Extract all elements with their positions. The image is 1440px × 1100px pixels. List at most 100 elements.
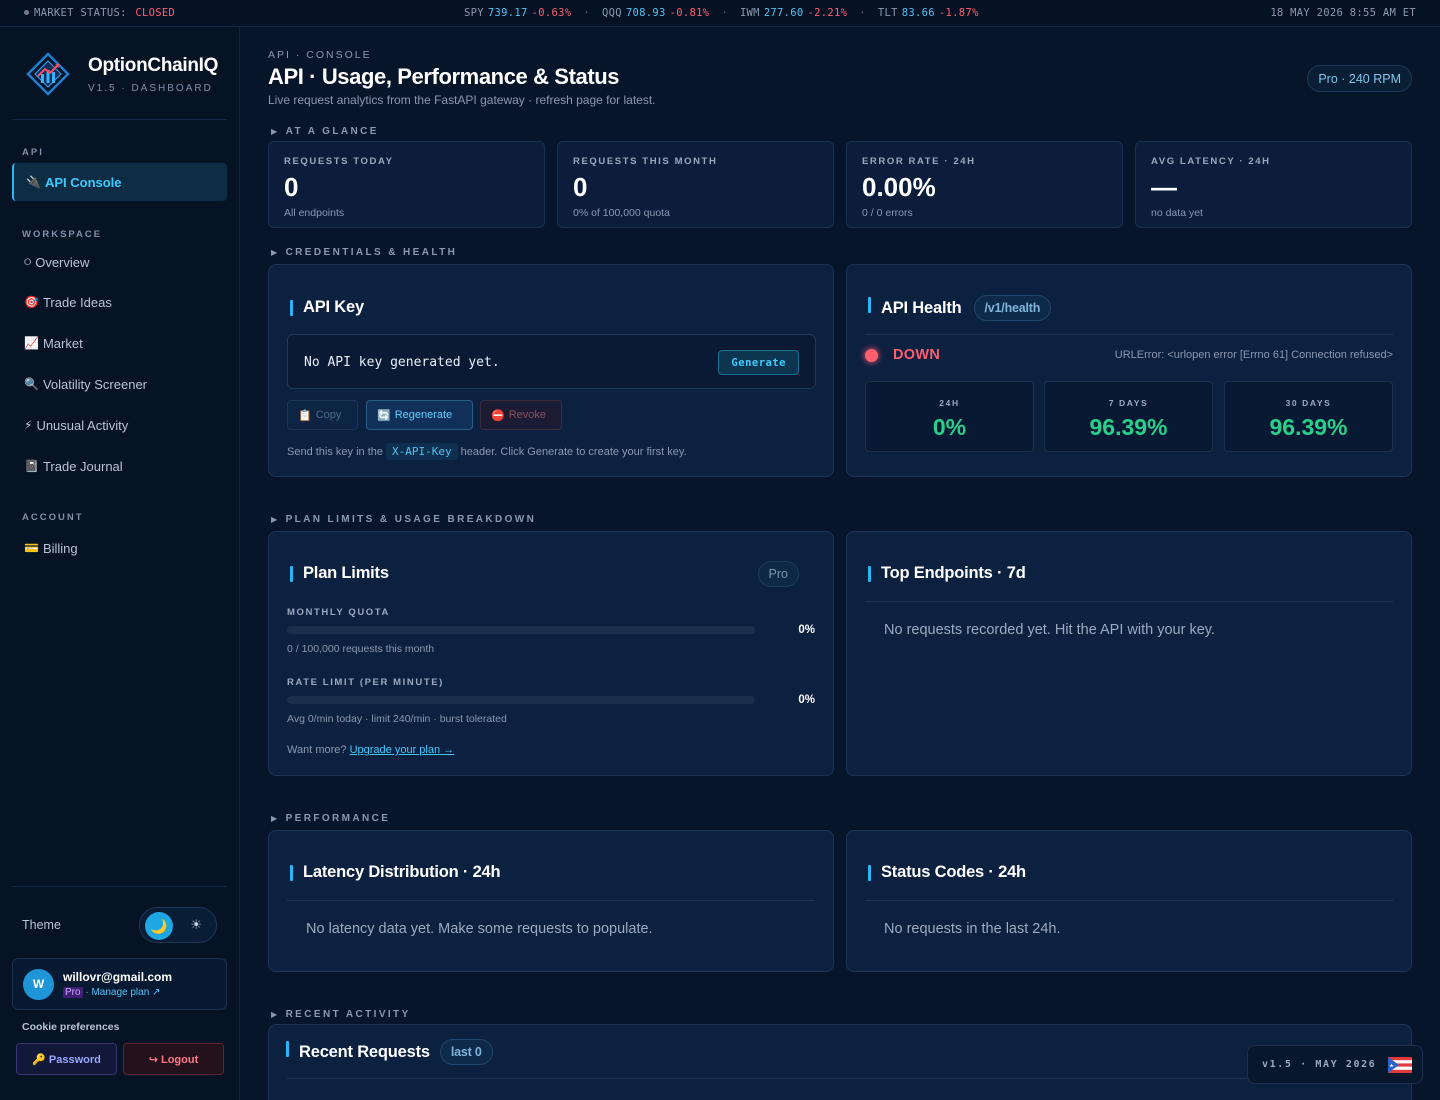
stat-requests-month: REQUESTS THIS MONTH 0 0% of 100,000 quot… (557, 141, 834, 228)
brand-subtitle: V1.5 · DASHBOARD (88, 82, 213, 94)
refresh-icon: 🔄 (377, 409, 391, 422)
quote-spy[interactable]: SPY 739.17 -0.63% (464, 7, 571, 19)
top-endpoints-title: Top Endpoints · 7d (868, 564, 1026, 582)
monthly-quota-label: MONTHLY QUOTA (287, 607, 390, 618)
copy-button[interactable]: 📋 Copy (287, 400, 358, 430)
status-codes-title: Status Codes · 24h (868, 863, 1026, 881)
brand-name: OptionChainIQ (88, 54, 219, 76)
health-status-row: DOWN URLError: <urlopen error [Errno 61]… (865, 345, 1393, 365)
plug-icon: 🔌 (26, 175, 41, 189)
latency-empty: No latency data yet. Make some requests … (306, 921, 653, 937)
quote-tlt[interactable]: TLT 83.66 -1.87% (878, 7, 979, 19)
market-status: MARKET STATUS: CLOSED (24, 7, 175, 19)
api-key-title: API Key (290, 298, 364, 316)
card-divider (865, 900, 1393, 901)
chart-up-icon: 📈 (24, 336, 39, 350)
top-endpoints-empty: No requests recorded yet. Hit the API wi… (884, 622, 1215, 638)
upgrade-plan-link[interactable]: Upgrade your plan → (350, 744, 455, 756)
sidebar-section-api: API (22, 147, 44, 158)
triangle-icon: ▶ (271, 1010, 280, 1019)
page-eyebrow: API · CONSOLE (268, 49, 372, 61)
plan-limits-card: Plan Limits Pro MONTHLY QUOTA 0% 0 / 100… (268, 531, 834, 776)
credit-card-icon: 💳 (24, 541, 39, 555)
status-codes-empty: No requests in the last 24h. (884, 921, 1061, 937)
api-key-note: Send this key in the X-API-Key header. Cli… (287, 443, 687, 460)
uptime-7d: 7 DAYS 96.39% (1044, 381, 1213, 452)
generate-button[interactable]: Generate (718, 350, 799, 375)
theme-toggle[interactable]: 🌙 ☀ (139, 907, 217, 943)
circle-icon: ⭘ (24, 256, 32, 267)
clipboard-icon: 📋 (298, 409, 312, 422)
sidebar-item-billing[interactable]: 💳 Billing (12, 529, 227, 567)
rate-limit-bar (287, 696, 755, 704)
sidebar-item-api-console[interactable]: 🔌 API Console (12, 163, 227, 201)
password-button[interactable]: 🔑 Password (16, 1043, 117, 1075)
sidebar-divider (12, 886, 227, 887)
revoke-button[interactable]: ⛔ Revoke (480, 400, 562, 430)
manage-plan-link[interactable]: · Manage plan ↗ (85, 987, 160, 998)
health-error-message: URLError: <urlopen error [Errno 61] Conn… (1114, 349, 1393, 361)
uptime-24h: 24H 0% (865, 381, 1034, 452)
section-recent-activity: ▶ RECENT ACTIVITY (271, 1009, 411, 1020)
sidebar-item-trade-ideas[interactable]: 🎯 Trade Ideas (12, 283, 227, 321)
recent-requests-card: Recent Requests last 0 (268, 1024, 1412, 1100)
rate-limit-pct: 0% (798, 694, 815, 706)
moon-icon: 🌙 (145, 912, 173, 940)
user-plan: Pro · Manage plan ↗ (63, 987, 172, 998)
user-card[interactable]: W willovr@gmail.com Pro · Manage plan ↗ (12, 958, 227, 1010)
stat-avg-latency: AVG LATENCY · 24H — no data yet (1135, 141, 1412, 228)
sidebar-divider (12, 119, 227, 120)
monthly-quota-sub: 0 / 100,000 requests this month (287, 643, 435, 655)
market-status-value: CLOSED (135, 7, 176, 19)
stat-requests-today: REQUESTS TODAY 0 All endpoints (268, 141, 545, 228)
theme-row: Theme 🌙 ☀ (22, 906, 217, 944)
stat-error-rate: ERROR RATE · 24H 0.00% 0 / 0 errors (846, 141, 1123, 228)
plan-limits-title: Plan Limits (290, 564, 389, 582)
quote-iwm[interactable]: IWM 277.60 -2.21% (740, 7, 847, 19)
triangle-icon: ▶ (271, 127, 280, 136)
triangle-icon: ▶ (271, 515, 280, 524)
quote-qqq[interactable]: QQQ 708.93 -0.81% (602, 7, 709, 19)
health-endpoint-badge: /v1/health (973, 295, 1052, 321)
market-ticker: MARKET STATUS: CLOSED SPY 739.17 -0.63% · … (0, 0, 1440, 27)
logout-button[interactable]: ↪ Logout (123, 1043, 224, 1075)
api-key-display: No API key generated yet. Generate (287, 334, 816, 389)
sidebar-item-overview[interactable]: ⭘ Overview (12, 243, 227, 281)
brand-logo-icon (26, 52, 70, 96)
theme-label: Theme (22, 918, 61, 932)
sidebar-item-volatility-screener[interactable]: 🔍 Volatility Screener (12, 365, 227, 403)
sidebar-section-account: ACCOUNT (22, 512, 84, 523)
uptime-30d: 30 DAYS 96.39% (1224, 381, 1393, 452)
health-state: DOWN (893, 347, 941, 363)
lightning-icon: ⚡ (24, 418, 33, 432)
no-entry-icon: ⛔ (491, 409, 505, 422)
top-endpoints-card: Top Endpoints · 7d No requests recorded … (846, 531, 1412, 776)
card-divider (865, 601, 1393, 602)
page-title: API · Usage, Performance & Status (268, 64, 620, 89)
sun-icon: ☀ (190, 917, 202, 932)
plan-rpm-badge: Pro · 240 RPM (1307, 65, 1412, 92)
avatar: W (23, 968, 54, 1000)
header-name-code: X-API-Key (386, 443, 458, 460)
recent-count-badge: last 0 (439, 1039, 493, 1065)
sidebar-item-unusual-activity[interactable]: ⚡ Unusual Activity (12, 406, 227, 444)
monthly-quota-pct: 0% (798, 624, 815, 636)
api-key-message: No API key generated yet. (304, 355, 500, 370)
triangle-icon: ▶ (271, 248, 280, 257)
api-health-card: API Health /v1/health DOWN URLError: <ur… (846, 264, 1412, 477)
brand[interactable]: OptionChainIQ V1.5 · DASHBOARD (26, 52, 218, 96)
user-email: willovr@gmail.com (63, 970, 173, 984)
section-at-a-glance: ▶ AT A GLANCE (271, 126, 379, 137)
cookie-preferences-link[interactable]: Cookie preferences (22, 1021, 119, 1033)
notebook-icon: 📓 (24, 459, 39, 473)
monthly-quota-bar (287, 626, 755, 634)
latency-card: Latency Distribution · 24h No latency da… (268, 830, 834, 972)
sidebar-item-trade-journal[interactable]: 📓 Trade Journal (12, 447, 227, 485)
sidebar-item-market[interactable]: 📈 Market (12, 324, 227, 362)
ticker-quotes: SPY 739.17 -0.63% · QQQ 708.93 -0.81% · IWM 2… (464, 7, 979, 19)
recent-requests-title: Recent Requests last 0 (286, 1039, 493, 1065)
regenerate-button[interactable]: 🔄 Regenerate (366, 400, 473, 430)
api-health-title: API Health /v1/health (867, 295, 1052, 321)
latency-title: Latency Distribution · 24h (289, 863, 501, 881)
plan-badge: Pro (757, 561, 799, 587)
